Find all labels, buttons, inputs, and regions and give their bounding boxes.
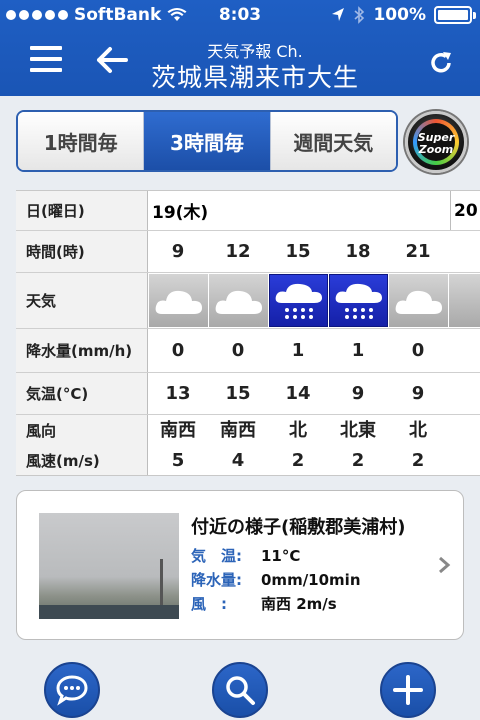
wind-cell: 北2: [268, 415, 328, 475]
search-button[interactable]: [212, 662, 268, 718]
chat-button[interactable]: [44, 662, 100, 718]
battery-icon: [434, 6, 476, 24]
tab-hourly[interactable]: 1時間毎: [18, 112, 145, 170]
rain-icon: [275, 283, 322, 319]
date-value: 19(木): [152, 203, 209, 223]
super-zoom-button[interactable]: Super Zoom: [405, 111, 467, 173]
weather-cell: [149, 274, 208, 327]
forecast-table: 日(曜日) 19(木) 20 時間(時) 9 12 15 18 21 天気 降水…: [16, 190, 480, 476]
cloud-icon: [155, 290, 202, 314]
status-bar: SoftBank 8:03 100%: [0, 0, 480, 32]
wind-cell: 北東 2: [328, 415, 388, 475]
status-right: 100%: [331, 5, 476, 25]
precip-cell: 1: [351, 340, 365, 361]
wind-cell: 南西 4: [208, 415, 268, 475]
page-title: 茨城県潮来市大生: [150, 63, 359, 92]
wind-dir: 南西: [220, 420, 256, 441]
temp-cell: 14: [285, 383, 311, 404]
search-icon: [226, 676, 255, 705]
precip-label: 降水量(mm/h): [16, 329, 148, 372]
nearby-temp: 気 温: 11°C: [191, 547, 301, 565]
next-date-value: 20: [450, 191, 480, 230]
wind-speed: 2: [411, 450, 425, 471]
temp-cell: 13: [165, 383, 191, 404]
weather-label: 天気: [16, 273, 148, 328]
wind-dir: 南西: [160, 420, 196, 441]
super-zoom-label-1: Super: [417, 131, 455, 144]
time-row: 時間(時) 9 12 15 18 21: [16, 231, 480, 273]
wind-dir: 北東: [340, 420, 376, 441]
chat-bubble-icon: [56, 675, 88, 706]
plus-icon: [393, 675, 423, 705]
wind-speed-label: 風速(m/s): [26, 452, 100, 470]
forecast-interval-tabs: 1時間毎 3時間毎 週間天気: [16, 110, 398, 172]
bluetooth-icon: [354, 6, 365, 24]
weather-cell: [209, 274, 268, 327]
chevron-right-icon: [439, 556, 451, 574]
battery-percent: 100%: [373, 5, 426, 25]
weather-cell: [269, 274, 328, 327]
nearby-title: 付近の様子(稲敷郡美浦村): [191, 517, 406, 538]
hour-cell: 21: [405, 241, 431, 262]
add-button[interactable]: [380, 662, 436, 718]
precip-cell: 0: [171, 340, 185, 361]
wind-row: 風向 風速(m/s) 南西 5 南西 4 北2 北東 2 北2: [16, 415, 480, 475]
precip-cell: 0: [411, 340, 425, 361]
tab-3-hourly[interactable]: 3時間毎: [144, 112, 271, 170]
weather-cell: [329, 274, 388, 327]
hour-cell: 12: [225, 241, 251, 262]
wind-cell: 北2: [388, 415, 448, 475]
weather-cell: [389, 274, 448, 327]
weather-row: 天気: [16, 273, 480, 329]
date-row: 日(曜日) 19(木) 20: [16, 191, 480, 231]
app-header: SoftBank 8:03 100% 天気予報 Ch. 茨城県潮来市大生: [0, 0, 480, 96]
wind-dir-label: 風向: [26, 422, 57, 440]
temp-cell: 9: [351, 383, 365, 404]
wind-speed: 5: [171, 450, 185, 471]
time-label: 時間(時): [16, 231, 148, 272]
temp-cell: 15: [225, 383, 251, 404]
precip-cell: 1: [291, 340, 305, 361]
hour-cell: 18: [345, 241, 371, 262]
temp-cell: 9: [411, 383, 425, 404]
cloud-icon: [395, 290, 442, 314]
super-zoom-label-2: Zoom: [418, 143, 454, 156]
nearby-precip: 降水量: 0mm/10min: [191, 571, 361, 589]
refresh-icon[interactable]: [426, 48, 456, 78]
precip-row: 降水量(mm/h) 0 0 1 1 0: [16, 329, 480, 373]
cloud-icon: [215, 290, 262, 314]
weather-cell: [449, 274, 480, 327]
wind-label: 風向 風速(m/s): [16, 415, 148, 475]
temp-row: 気温(°C) 13 15 14 9 9: [16, 373, 480, 415]
nearby-photo: [39, 513, 179, 619]
wind-cell: 南西 5: [148, 415, 208, 475]
nearby-conditions-card[interactable]: 付近の様子(稲敷郡美浦村) 気 温: 11°C 降水量: 0mm/10min 風 :…: [16, 490, 464, 640]
location-arrow-icon: [332, 8, 345, 21]
tab-weekly[interactable]: 週間天気: [270, 112, 396, 170]
temp-label: 気温(°C): [16, 373, 148, 414]
wind-speed: 4: [231, 450, 245, 471]
wind-speed: 2: [351, 450, 365, 471]
wind-speed: 2: [291, 450, 305, 471]
date-label: 日(曜日): [16, 191, 148, 230]
wind-dir: 北: [409, 420, 427, 441]
hour-cell: 9: [171, 241, 185, 262]
rain-icon: [335, 283, 382, 319]
wind-dir: 北: [289, 420, 307, 441]
nearby-wind: 風 : 南西 2m/s: [191, 595, 337, 613]
hour-cell: 15: [285, 241, 311, 262]
precip-cell: 0: [231, 340, 245, 361]
